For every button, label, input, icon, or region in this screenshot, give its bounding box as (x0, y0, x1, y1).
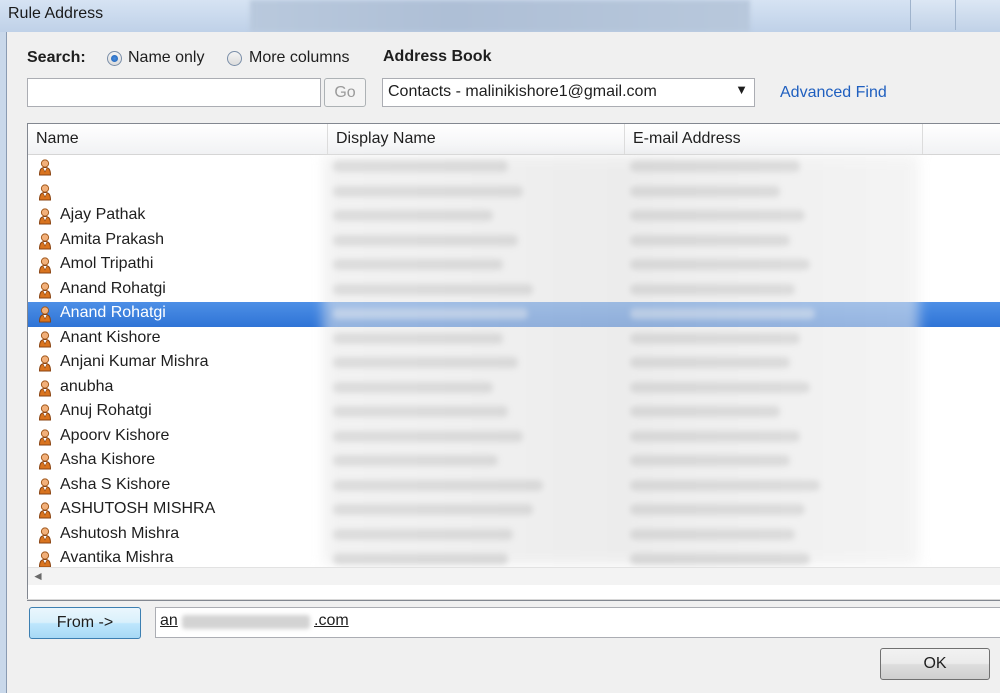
contact-name: Avantika Mishra (60, 549, 174, 566)
from-button[interactable]: From -> (29, 607, 141, 639)
contact-name: Ajay Pathak (60, 206, 146, 223)
contact-name: ASHUTOSH MISHRA (60, 500, 216, 517)
contact-name: Asha S Kishore (60, 475, 171, 493)
horizontal-scrollbar[interactable]: ◄ (28, 567, 1000, 585)
scroll-left-icon[interactable]: ◄ (32, 569, 44, 583)
list-header: Name Display Name E-mail Address (28, 124, 1000, 155)
search-label: Search: (27, 49, 86, 66)
contact-name: anubha (60, 377, 114, 395)
search-input[interactable] (27, 78, 321, 107)
titlebar-button[interactable] (910, 0, 956, 30)
contact-person-icon (38, 428, 52, 446)
go-button[interactable]: Go (324, 78, 366, 107)
contact-person-icon (38, 453, 52, 470)
contact-person-icon (38, 526, 52, 544)
title-bar: Rule Address (0, 0, 1000, 32)
contact-name: Amita Prakash (60, 230, 165, 248)
address-book-label: Address Book (383, 48, 492, 65)
divider (27, 599, 1000, 600)
column-header-email[interactable]: E-mail Address (625, 124, 923, 154)
window-title: Rule Address (8, 5, 104, 22)
contact-person-icon (38, 232, 52, 250)
contact-person-icon (38, 281, 52, 299)
ok-button[interactable]: OK (880, 648, 990, 680)
from-value-prefix: an (160, 612, 178, 629)
contact-person-icon (38, 306, 52, 323)
contact-name: Amol Tripathi (60, 255, 154, 272)
address-book-selected: Contacts - malinikishore1@gmail.com (388, 83, 657, 100)
contact-name: Anuj Rohatgi (60, 402, 152, 419)
background-window-blur (250, 0, 750, 32)
radio-name-only-label[interactable]: Name only (128, 49, 204, 67)
column-header-display-name[interactable]: Display Name (328, 124, 625, 154)
column-header-name[interactable]: Name (28, 124, 328, 154)
contact-person-icon (38, 355, 52, 372)
contact-name: Anjani Kumar Mishra (60, 353, 209, 370)
blurred-contact-details (323, 155, 919, 565)
contact-name: Anand Rohatgi (60, 279, 166, 297)
contacts-list[interactable]: Name Display Name E-mail Address Ajay Pa… (27, 123, 1000, 601)
contact-person-icon (38, 159, 52, 176)
titlebar-button[interactable] (955, 0, 1000, 30)
contact-person-icon (38, 183, 52, 201)
contact-name: Anant Kishore (60, 328, 161, 346)
contact-person-icon (38, 477, 52, 495)
advanced-find-link[interactable]: Advanced Find (780, 84, 887, 102)
chevron-down-icon: ▼ (735, 82, 748, 97)
contact-person-icon (38, 257, 52, 274)
contact-person-icon (38, 208, 52, 225)
radio-name-only[interactable] (107, 51, 122, 66)
contact-person-icon (38, 404, 52, 421)
radio-more-columns-label[interactable]: More columns (249, 49, 349, 67)
contact-name: Asha Kishore (60, 451, 156, 468)
contact-person-icon (38, 551, 52, 568)
contact-person-icon (38, 502, 52, 519)
address-book-dropdown[interactable]: Contacts - malinikishore1@gmail.com ▼ (382, 78, 755, 107)
rule-address-dialog: Search: Name only More columns Address B… (6, 32, 1000, 693)
contact-person-icon (38, 330, 52, 348)
contact-name: Ashutosh Mishra (60, 524, 180, 542)
from-value-suffix: .com (314, 612, 349, 629)
radio-more-columns[interactable] (227, 51, 242, 66)
contact-name: Apoorv Kishore (60, 426, 170, 444)
from-value-redaction (182, 615, 310, 629)
from-field[interactable]: an .com (155, 607, 1000, 638)
contact-person-icon (38, 379, 52, 397)
contact-name: Anand Rohatgi (60, 304, 166, 321)
